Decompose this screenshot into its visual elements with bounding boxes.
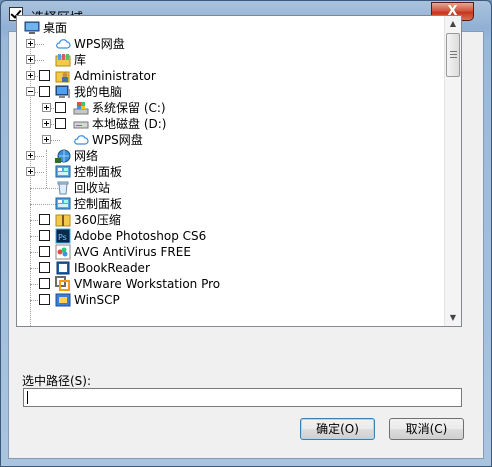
drive-icon [73,116,89,132]
dialog-window: 选择区域 X 桌面WPS网盘库Administrator我的电脑系统保留 (C:… [0,0,492,467]
tree-node-label: WPS网盘 [92,133,143,147]
scroll-thumb[interactable] [446,33,460,77]
tree-node-label: 控制面板 [74,197,123,211]
tree-node[interactable]: WPS网盘 [17,132,445,148]
vmware-icon [55,276,71,292]
tree-node[interactable]: WinSCP [17,292,445,308]
node-checkbox[interactable] [39,70,50,81]
node-checkbox[interactable] [39,294,50,305]
tree-node-label: 库 [74,53,87,67]
recycle-bin-icon [55,180,71,196]
tree-node-label: Adobe Photoshop CS6 [74,229,207,243]
expand-plus-icon[interactable] [26,39,35,48]
tree-node-label: WinSCP [74,293,120,307]
tree-node[interactable]: 控制面板 [17,196,445,212]
tree-node[interactable]: 系统保留 (C:) [17,100,445,116]
text-caret [27,391,28,404]
expand-plus-icon[interactable] [42,119,51,128]
node-checkbox[interactable] [55,118,66,129]
tree-node-label: Administrator [74,69,156,83]
tree-node[interactable]: Administrator [17,68,445,84]
tree-node-label: 本地磁盘 (D:) [92,117,167,131]
tree-node[interactable]: 回收站 [17,180,445,196]
tree-node[interactable]: VMware Workstation Pro [17,276,445,292]
node-checkbox[interactable] [39,230,50,241]
tree-node[interactable]: 我的电脑 [17,84,445,100]
cloud-icon [73,132,89,148]
tree-node[interactable]: WPS网盘 [17,36,445,52]
control-panel-icon [55,196,71,212]
user-folder-icon [55,68,71,84]
winscp-icon [55,292,71,308]
tree-node-label: 桌面 [43,21,68,35]
tree-node-label: 360压缩 [74,213,121,227]
expand-plus-icon[interactable] [26,167,35,176]
library-icon [55,52,71,68]
expand-plus-icon[interactable] [42,135,51,144]
svg-text:Ps: Ps [58,233,67,242]
computer-icon [55,84,71,100]
tree-node[interactable]: IBookReader [17,260,445,276]
scroll-down-arrow-icon[interactable]: ▼ [445,310,461,326]
node-checkbox[interactable] [39,278,50,289]
expand-plus-icon[interactable] [26,151,35,160]
tree-node[interactable]: 360压缩 [17,212,445,228]
tree-content: 桌面 WPS网盘库 Administrator 我的电脑 系统保留 (C:) 本地磁盘 (… [17,16,446,326]
tree-node[interactable]: AVG AntiVirus FREE [17,244,445,260]
tree-node-label: IBookReader [74,261,150,275]
tree-node-label: 系统保留 (C:) [92,101,166,115]
tree-node[interactable]: 桌面 [17,20,445,36]
selected-path-label: 选中路径(S): [22,374,92,388]
control-panel-icon [55,164,71,180]
node-checkbox[interactable] [39,214,50,225]
archive-folder-icon [55,212,71,228]
tree-node[interactable]: 控制面板 [17,164,445,180]
ok-button[interactable]: 确定(O) [300,418,375,440]
selected-path-input[interactable] [23,388,462,407]
expand-plus-icon[interactable] [26,71,35,80]
node-checkbox[interactable] [55,102,66,113]
tree-node[interactable]: 本地磁盘 (D:) [17,116,445,132]
cancel-button[interactable]: 取消(C) [389,418,464,440]
avg-icon [55,244,71,260]
tree-vertical-scrollbar[interactable]: ▲ ▼ [444,16,461,326]
cloud-icon [55,36,71,52]
tree-node-label: 我的电脑 [74,85,123,99]
book-reader-icon [55,260,71,276]
desktop-icon [24,20,40,36]
scroll-up-arrow-icon[interactable]: ▲ [445,16,461,32]
node-checkbox[interactable] [39,86,50,97]
photoshop-icon: Ps [55,228,71,244]
node-checkbox[interactable] [39,262,50,273]
tree-node-label: 网络 [74,149,99,163]
expand-plus-icon[interactable] [42,103,51,112]
network-icon [55,148,71,164]
tree-node-label: VMware Workstation Pro [74,277,221,291]
tree-node-label: 回收站 [74,181,111,195]
tree-node[interactable]: 网络 [17,148,445,164]
tree-node[interactable]: 库 [17,52,445,68]
expand-plus-icon[interactable] [26,55,35,64]
node-checkbox[interactable] [39,246,50,257]
folder-tree[interactable]: 桌面 WPS网盘库 Administrator 我的电脑 系统保留 (C:) 本地磁盘 (… [16,15,462,327]
collapse-minus-icon[interactable] [26,87,35,96]
tree-node-label: 控制面板 [74,165,123,179]
tree-node-label: WPS网盘 [74,37,125,51]
system-drive-icon [73,100,89,116]
tree-node-label: AVG AntiVirus FREE [74,245,191,259]
tree-node[interactable]: Ps Adobe Photoshop CS6 [17,228,445,244]
